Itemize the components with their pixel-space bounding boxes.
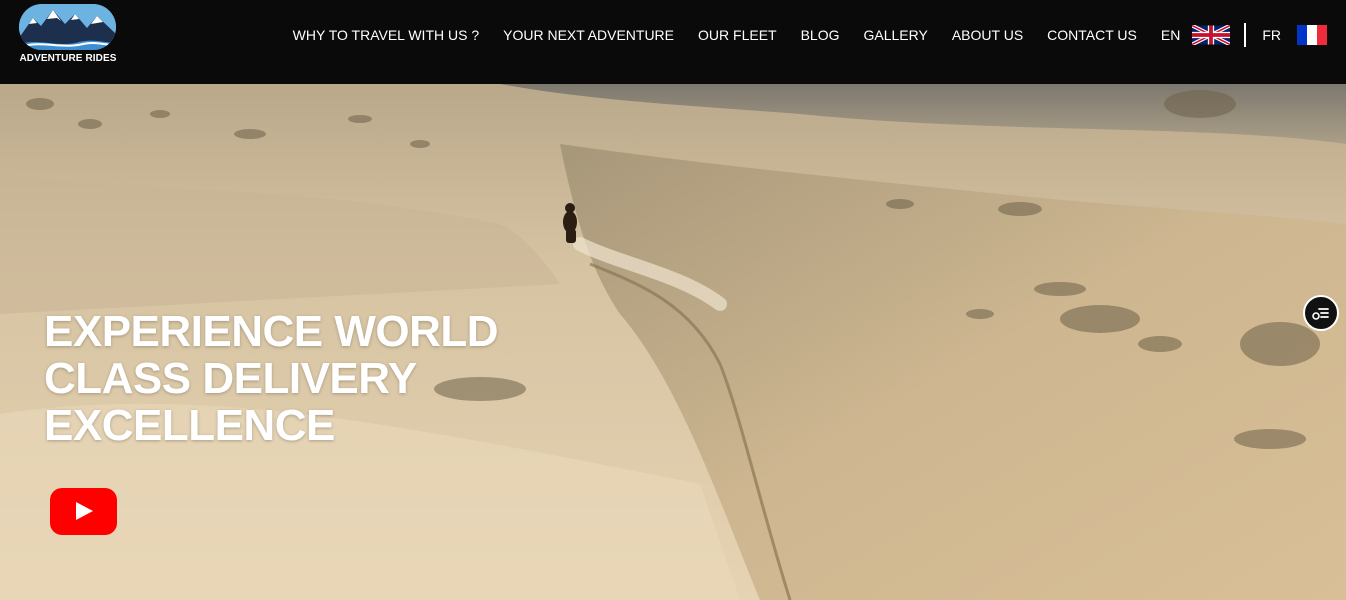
youtube-play-icon <box>76 502 93 520</box>
brand-name: ADVENTURE RIDES <box>19 53 117 64</box>
hero-headline: EXPERIENCE WORLD CLASS DELIVERY EXCELLEN… <box>44 308 564 449</box>
language-fr[interactable]: FR <box>1262 27 1281 43</box>
hero-section: EXPERIENCE WORLD CLASS DELIVERY EXCELLEN… <box>0 84 1346 600</box>
nav-gallery[interactable]: GALLERY <box>864 27 928 43</box>
nav-about-us[interactable]: ABOUT US <box>952 27 1023 43</box>
nav-blog[interactable]: BLOG <box>801 27 840 43</box>
nav-why-travel[interactable]: WHY TO TRAVEL WITH US ? <box>293 27 479 43</box>
site-header: ADVENTURE RIDES WHY TO TRAVEL WITH US ? … <box>0 0 1346 84</box>
main-nav: WHY TO TRAVEL WITH US ? YOUR NEXT ADVENT… <box>269 22 1331 48</box>
language-divider <box>1244 23 1247 47</box>
france-flag-icon[interactable] <box>1293 25 1331 45</box>
headline-line-1: EXPERIENCE WORLD <box>44 307 499 356</box>
accessibility-widget-button[interactable] <box>1303 295 1339 331</box>
nav-our-fleet[interactable]: OUR FLEET <box>698 27 777 43</box>
language-en[interactable]: EN <box>1161 27 1180 43</box>
brand-logo[interactable]: ADVENTURE RIDES <box>18 4 118 66</box>
uk-flag-icon[interactable] <box>1192 25 1231 45</box>
headline-line-3: EXCELLENCE <box>44 401 335 450</box>
nav-contact-us[interactable]: CONTACT US <box>1047 27 1137 43</box>
youtube-play-button[interactable] <box>50 488 117 535</box>
headline-line-2: CLASS DELIVERY <box>44 354 417 403</box>
accessibility-menu-icon <box>1312 308 1329 320</box>
nav-next-adventure[interactable]: YOUR NEXT ADVENTURE <box>503 27 674 43</box>
mountain-logo-icon <box>19 4 116 50</box>
